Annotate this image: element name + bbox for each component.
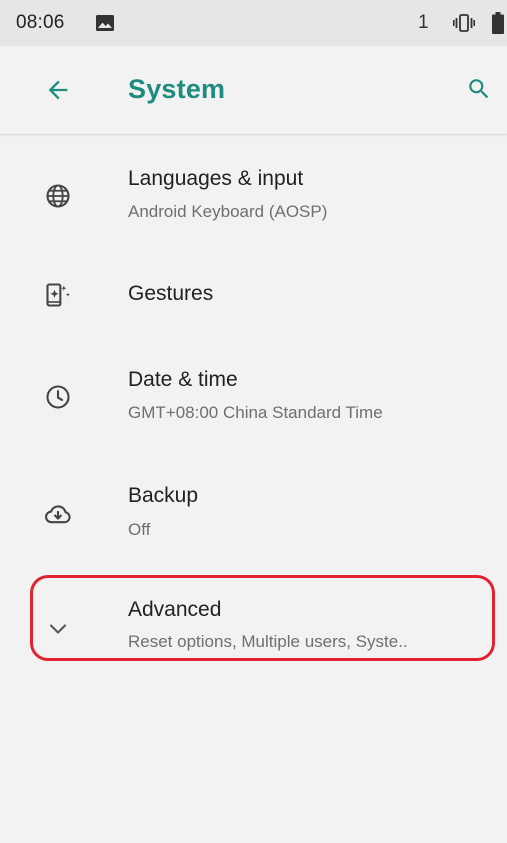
item-title: Date & time [128,368,238,391]
clock-icon [46,385,70,409]
cloud-backup-icon [45,505,71,524]
item-summary: Off [128,520,151,539]
page-title: System [128,74,226,104]
item-title: Backup [128,484,199,507]
item-summary: GMT+08:00 China Standard Time [128,403,383,422]
vibrate-icon [453,14,475,32]
list-item-gestures[interactable]: Gestures [0,245,507,350]
item-title: Gestures [128,282,214,305]
gestures-phone-icon [46,283,70,307]
item-summary: Android Keyboard (AOSP) [128,202,328,221]
image-icon [96,15,114,31]
status-bar: 08:06 1 [0,0,507,46]
status-time: 08:06 [16,12,65,33]
list-item-backup[interactable]: Backup Off [0,470,507,580]
search-icon[interactable] [466,76,492,102]
arrow-back-icon[interactable] [44,76,72,104]
sim-indicator: 1 [418,12,429,33]
advanced-highlight-box [30,575,495,661]
list-item-date-time[interactable]: Date & time GMT+08:00 China Standard Tim… [0,350,507,460]
list-item-languages-input[interactable]: Languages & input Android Keyboard (AOSP… [0,135,507,240]
battery-icon [492,12,504,34]
globe-icon [46,184,70,208]
app-bar: System [0,46,507,135]
item-title: Languages & input [128,167,304,190]
